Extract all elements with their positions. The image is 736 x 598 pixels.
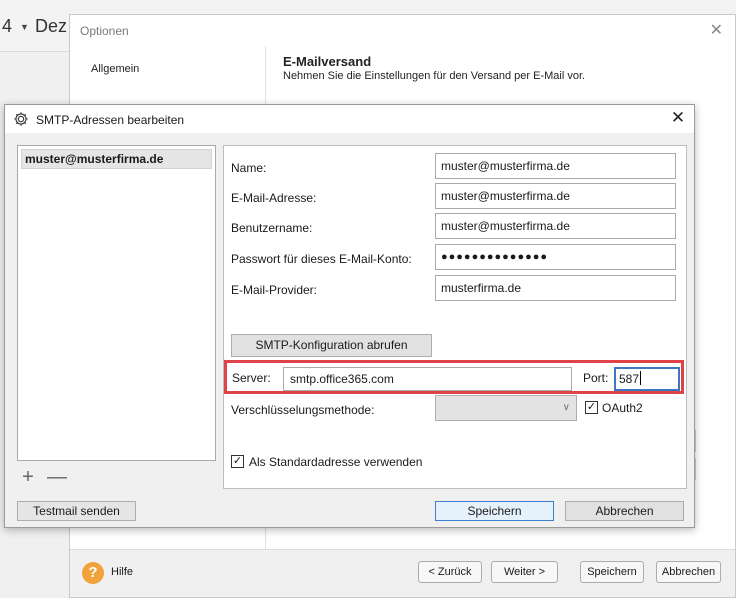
username-field[interactable]: muster@musterfirma.de xyxy=(435,213,676,239)
fetch-smtp-config-button[interactable]: SMTP-Konfiguration abrufen xyxy=(231,334,432,357)
encryption-select[interactable]: ∨ xyxy=(435,395,577,421)
options-window-title: Optionen xyxy=(80,24,129,38)
smtp-dialog-title: SMTP-Adressen bearbeiten xyxy=(36,113,185,127)
section-subtitle: Nehmen Sie die Einstellungen für den Ver… xyxy=(283,70,586,82)
section-title: E-Mailversand xyxy=(283,54,372,69)
username-label: Benutzername: xyxy=(231,221,313,235)
gear-icon xyxy=(14,112,28,126)
default-address-label: Als Standardadresse verwenden xyxy=(249,455,423,469)
smtp-dialog-titlebar: SMTP-Adressen bearbeiten ✕ xyxy=(5,105,694,133)
options-cancel-button[interactable]: Abbrechen xyxy=(656,561,721,583)
smtp-dialog: SMTP-Adressen bearbeiten ✕ muster@muster… xyxy=(4,104,695,528)
back-button[interactable]: < Zurück xyxy=(418,561,482,583)
email-field[interactable]: muster@musterfirma.de xyxy=(435,183,676,209)
server-label: Server: xyxy=(232,371,271,385)
options-footer: ? Hilfe < Zurück Weiter > Speichern Abbr… xyxy=(70,549,735,597)
help-icon[interactable]: ? xyxy=(82,562,104,584)
password-field[interactable]: ●●●●●●●●●●●●●● xyxy=(435,244,676,270)
chevron-down-icon[interactable]: ▼ xyxy=(20,22,29,32)
app-number: 4 xyxy=(2,16,13,36)
encryption-label: Verschlüsselungsmethode: xyxy=(231,403,375,417)
list-item[interactable]: muster@musterfirma.de xyxy=(21,149,212,169)
close-icon[interactable]: ✕ xyxy=(710,20,723,40)
server-highlight-box: Server: smtp.office365.com Port: 587 xyxy=(224,360,684,394)
text-cursor xyxy=(640,371,642,385)
password-label: Passwort für dieses E-Mail-Konto: xyxy=(231,252,412,266)
oauth-checkbox[interactable]: ✓ xyxy=(585,401,598,414)
account-list[interactable]: muster@musterfirma.de xyxy=(17,145,216,461)
provider-label: E-Mail-Provider: xyxy=(231,283,318,297)
save-button[interactable]: Speichern xyxy=(435,501,554,521)
email-label: E-Mail-Adresse: xyxy=(231,191,317,205)
close-icon[interactable]: ✕ xyxy=(668,108,688,128)
remove-icon[interactable]: — xyxy=(47,467,67,487)
name-field[interactable]: muster@musterfirma.de xyxy=(435,153,676,179)
app-dropdown-text[interactable]: Dez xyxy=(35,16,67,37)
server-field[interactable]: smtp.office365.com xyxy=(283,367,572,391)
options-save-button[interactable]: Speichern xyxy=(580,561,644,583)
provider-field[interactable]: musterfirma.de xyxy=(435,275,676,301)
name-label: Name: xyxy=(231,161,267,175)
port-field[interactable]: 587 xyxy=(614,367,680,391)
cancel-button[interactable]: Abbrechen xyxy=(565,501,684,521)
port-value: 587 xyxy=(619,372,640,386)
oauth-label: OAuth2 xyxy=(602,401,643,415)
account-details: Name: muster@musterfirma.de E-Mail-Adres… xyxy=(223,145,687,489)
add-icon[interactable]: + xyxy=(19,467,37,487)
chevron-down-icon: ∨ xyxy=(562,402,570,413)
nav-item-allgemein[interactable]: Allgemein xyxy=(91,63,139,75)
help-label[interactable]: Hilfe xyxy=(111,566,133,578)
port-label: Port: xyxy=(583,371,609,385)
default-address-checkbox[interactable]: ✓ xyxy=(231,455,244,468)
next-button[interactable]: Weiter > xyxy=(491,561,558,583)
test-mail-button[interactable]: Testmail senden xyxy=(17,501,136,521)
